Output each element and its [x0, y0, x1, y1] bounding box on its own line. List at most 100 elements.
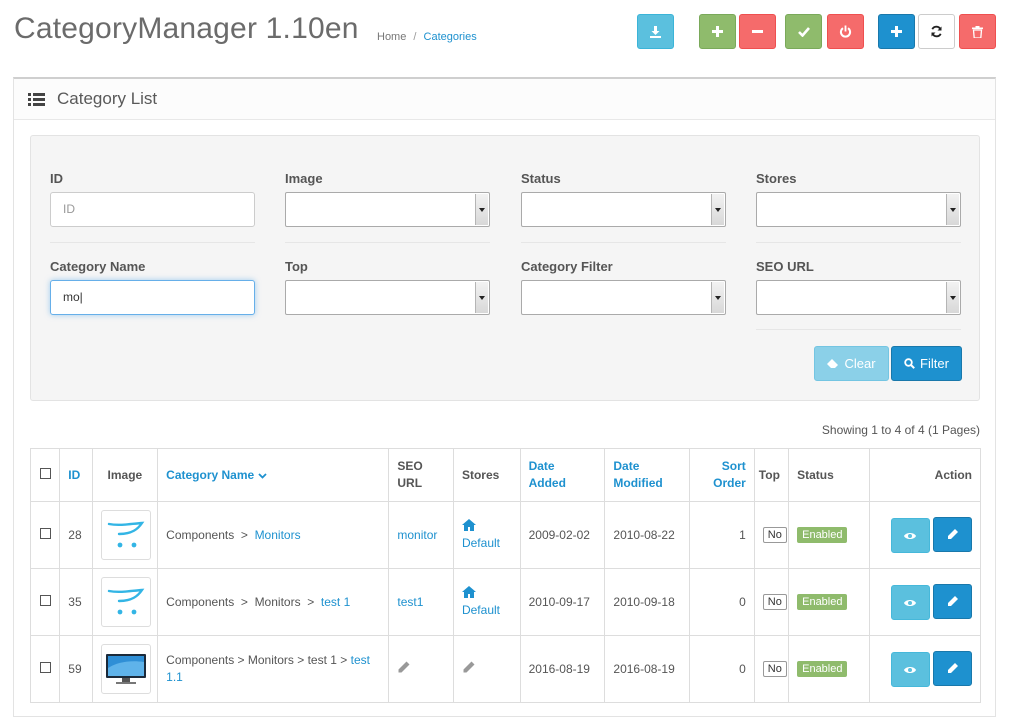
column-header-id[interactable]: ID	[59, 448, 93, 502]
opencart-cart-icon	[100, 510, 151, 560]
row-top[interactable]: No	[762, 527, 787, 543]
status-badge[interactable]: Enabled	[797, 594, 848, 610]
category-filter-select[interactable]	[521, 280, 726, 315]
column-header-date-added[interactable]: Date Added	[519, 448, 606, 502]
refresh-button[interactable]	[918, 14, 955, 49]
edit-button[interactable]	[933, 650, 972, 686]
column-header-id-label: ID	[68, 467, 81, 482]
list-icon	[28, 92, 45, 106]
row-sort-order[interactable]: 0	[689, 568, 755, 636]
row-seo-url-link[interactable]: test1	[397, 595, 423, 609]
row-sort-order[interactable]: 1	[689, 501, 755, 569]
panel-title: Category List	[57, 89, 158, 108]
disable-button[interactable]	[827, 14, 864, 49]
row-stores: Default	[452, 501, 521, 569]
download-icon	[650, 26, 661, 38]
row-date-added: 2009-02-02	[519, 501, 606, 569]
page-title: CategoryManager 1.10en	[14, 12, 359, 45]
chevron-down-icon	[475, 282, 488, 313]
column-header-sort-order[interactable]: Sort Order	[689, 448, 755, 502]
row-status-cell: Enabled	[788, 501, 870, 569]
breadcrumb-categories[interactable]: Categories	[424, 31, 477, 43]
table-header-row: ID Image Category Name SEO URL Stores Da…	[29, 448, 982, 502]
row-seo-url-link[interactable]: monitor	[397, 528, 437, 542]
filter-panel: ID ID Image Status Stores Category Name …	[30, 135, 980, 401]
status-filter-label: Status	[521, 171, 561, 186]
row-status-cell: Enabled	[788, 568, 870, 636]
row-checkbox[interactable]	[39, 528, 51, 539]
category-name-filter-input[interactable]: mo|	[50, 280, 255, 315]
add-button[interactable]	[878, 14, 915, 49]
row-checkbox[interactable]	[39, 662, 51, 673]
plus-icon	[712, 26, 723, 37]
sort-descending-icon	[257, 472, 267, 479]
table-row: 35 Components > Monitors > test 1 test1 …	[29, 568, 982, 636]
delete-button[interactable]	[959, 14, 996, 49]
column-header-stores-label: Stores	[461, 467, 500, 482]
column-header-top-label: Top	[758, 467, 780, 482]
row-status-cell: Enabled	[788, 635, 870, 703]
expand-button[interactable]	[699, 14, 736, 49]
seo-url-filter-select[interactable]	[756, 280, 961, 315]
home-icon	[461, 519, 476, 531]
row-checkbox-cell	[29, 635, 61, 703]
chevron-down-icon	[711, 194, 724, 225]
row-date-modified: 2010-08-22	[604, 501, 691, 569]
top-filter-select[interactable]	[285, 280, 490, 315]
pagination-results: Showing 1 to 4 of 4 (1 Pages)	[821, 423, 980, 437]
edit-button[interactable]	[933, 516, 972, 552]
column-header-top: Top	[753, 448, 790, 502]
row-store-name: Default	[461, 536, 500, 550]
row-top[interactable]: No	[762, 661, 787, 677]
row-checkbox-cell	[29, 501, 61, 569]
divider	[521, 242, 726, 243]
chevron-down-icon	[946, 282, 959, 313]
column-header-status: Status	[788, 448, 870, 502]
search-icon	[904, 358, 915, 369]
stores-filter-select[interactable]	[756, 192, 961, 227]
row-actions	[868, 635, 982, 703]
row-category-name: Components > Monitors > test 1	[157, 568, 390, 636]
column-header-stores: Stores	[452, 448, 521, 502]
column-header-category-name[interactable]: Category Name	[157, 448, 390, 502]
row-id: 59	[59, 635, 93, 703]
export-button[interactable]	[637, 14, 674, 49]
row-id: 28	[59, 501, 93, 569]
filter-button[interactable]: Filter	[891, 346, 962, 381]
panel-heading: Category List	[14, 79, 995, 120]
row-category-link[interactable]: test 1	[321, 595, 350, 609]
chevron-down-icon	[475, 194, 488, 225]
row-top[interactable]: No	[762, 594, 787, 610]
status-badge[interactable]: Enabled	[797, 661, 848, 677]
divider	[285, 242, 490, 243]
view-button[interactable]	[890, 518, 930, 554]
row-category-path: Monitors	[254, 595, 301, 609]
row-checkbox[interactable]	[39, 595, 51, 606]
row-id: 35	[59, 568, 93, 636]
plus-icon	[891, 26, 902, 37]
row-sort-order[interactable]: 0	[689, 635, 755, 703]
chevron-down-icon	[711, 282, 724, 313]
collapse-button[interactable]	[739, 14, 776, 49]
column-header-date-modified[interactable]: Date Modified	[604, 448, 691, 502]
view-button[interactable]	[890, 585, 930, 621]
column-header-image: Image	[91, 448, 159, 502]
enable-button[interactable]	[785, 14, 822, 49]
column-header-category-name-label: Category Name	[166, 467, 255, 482]
edit-button[interactable]	[933, 583, 972, 619]
top-filter-label: Top	[285, 259, 308, 274]
status-badge[interactable]: Enabled	[797, 527, 848, 543]
image-filter-select[interactable]	[285, 192, 490, 227]
row-top-cell: No	[753, 568, 790, 636]
status-filter-select[interactable]	[521, 192, 726, 227]
row-category-path: Components > Monitors > test 1 >	[166, 653, 348, 667]
breadcrumb-home[interactable]: Home	[377, 31, 406, 43]
row-checkbox-cell	[29, 568, 61, 636]
category-name-filter-label: Category Name	[50, 259, 146, 274]
clear-filter-button[interactable]: Clear	[814, 346, 889, 381]
select-all-checkbox[interactable]	[39, 467, 51, 479]
id-filter-input[interactable]: ID	[50, 192, 255, 227]
clear-filter-label: Clear	[844, 356, 876, 371]
view-button[interactable]	[890, 652, 930, 688]
row-category-link[interactable]: Monitors	[255, 528, 301, 542]
